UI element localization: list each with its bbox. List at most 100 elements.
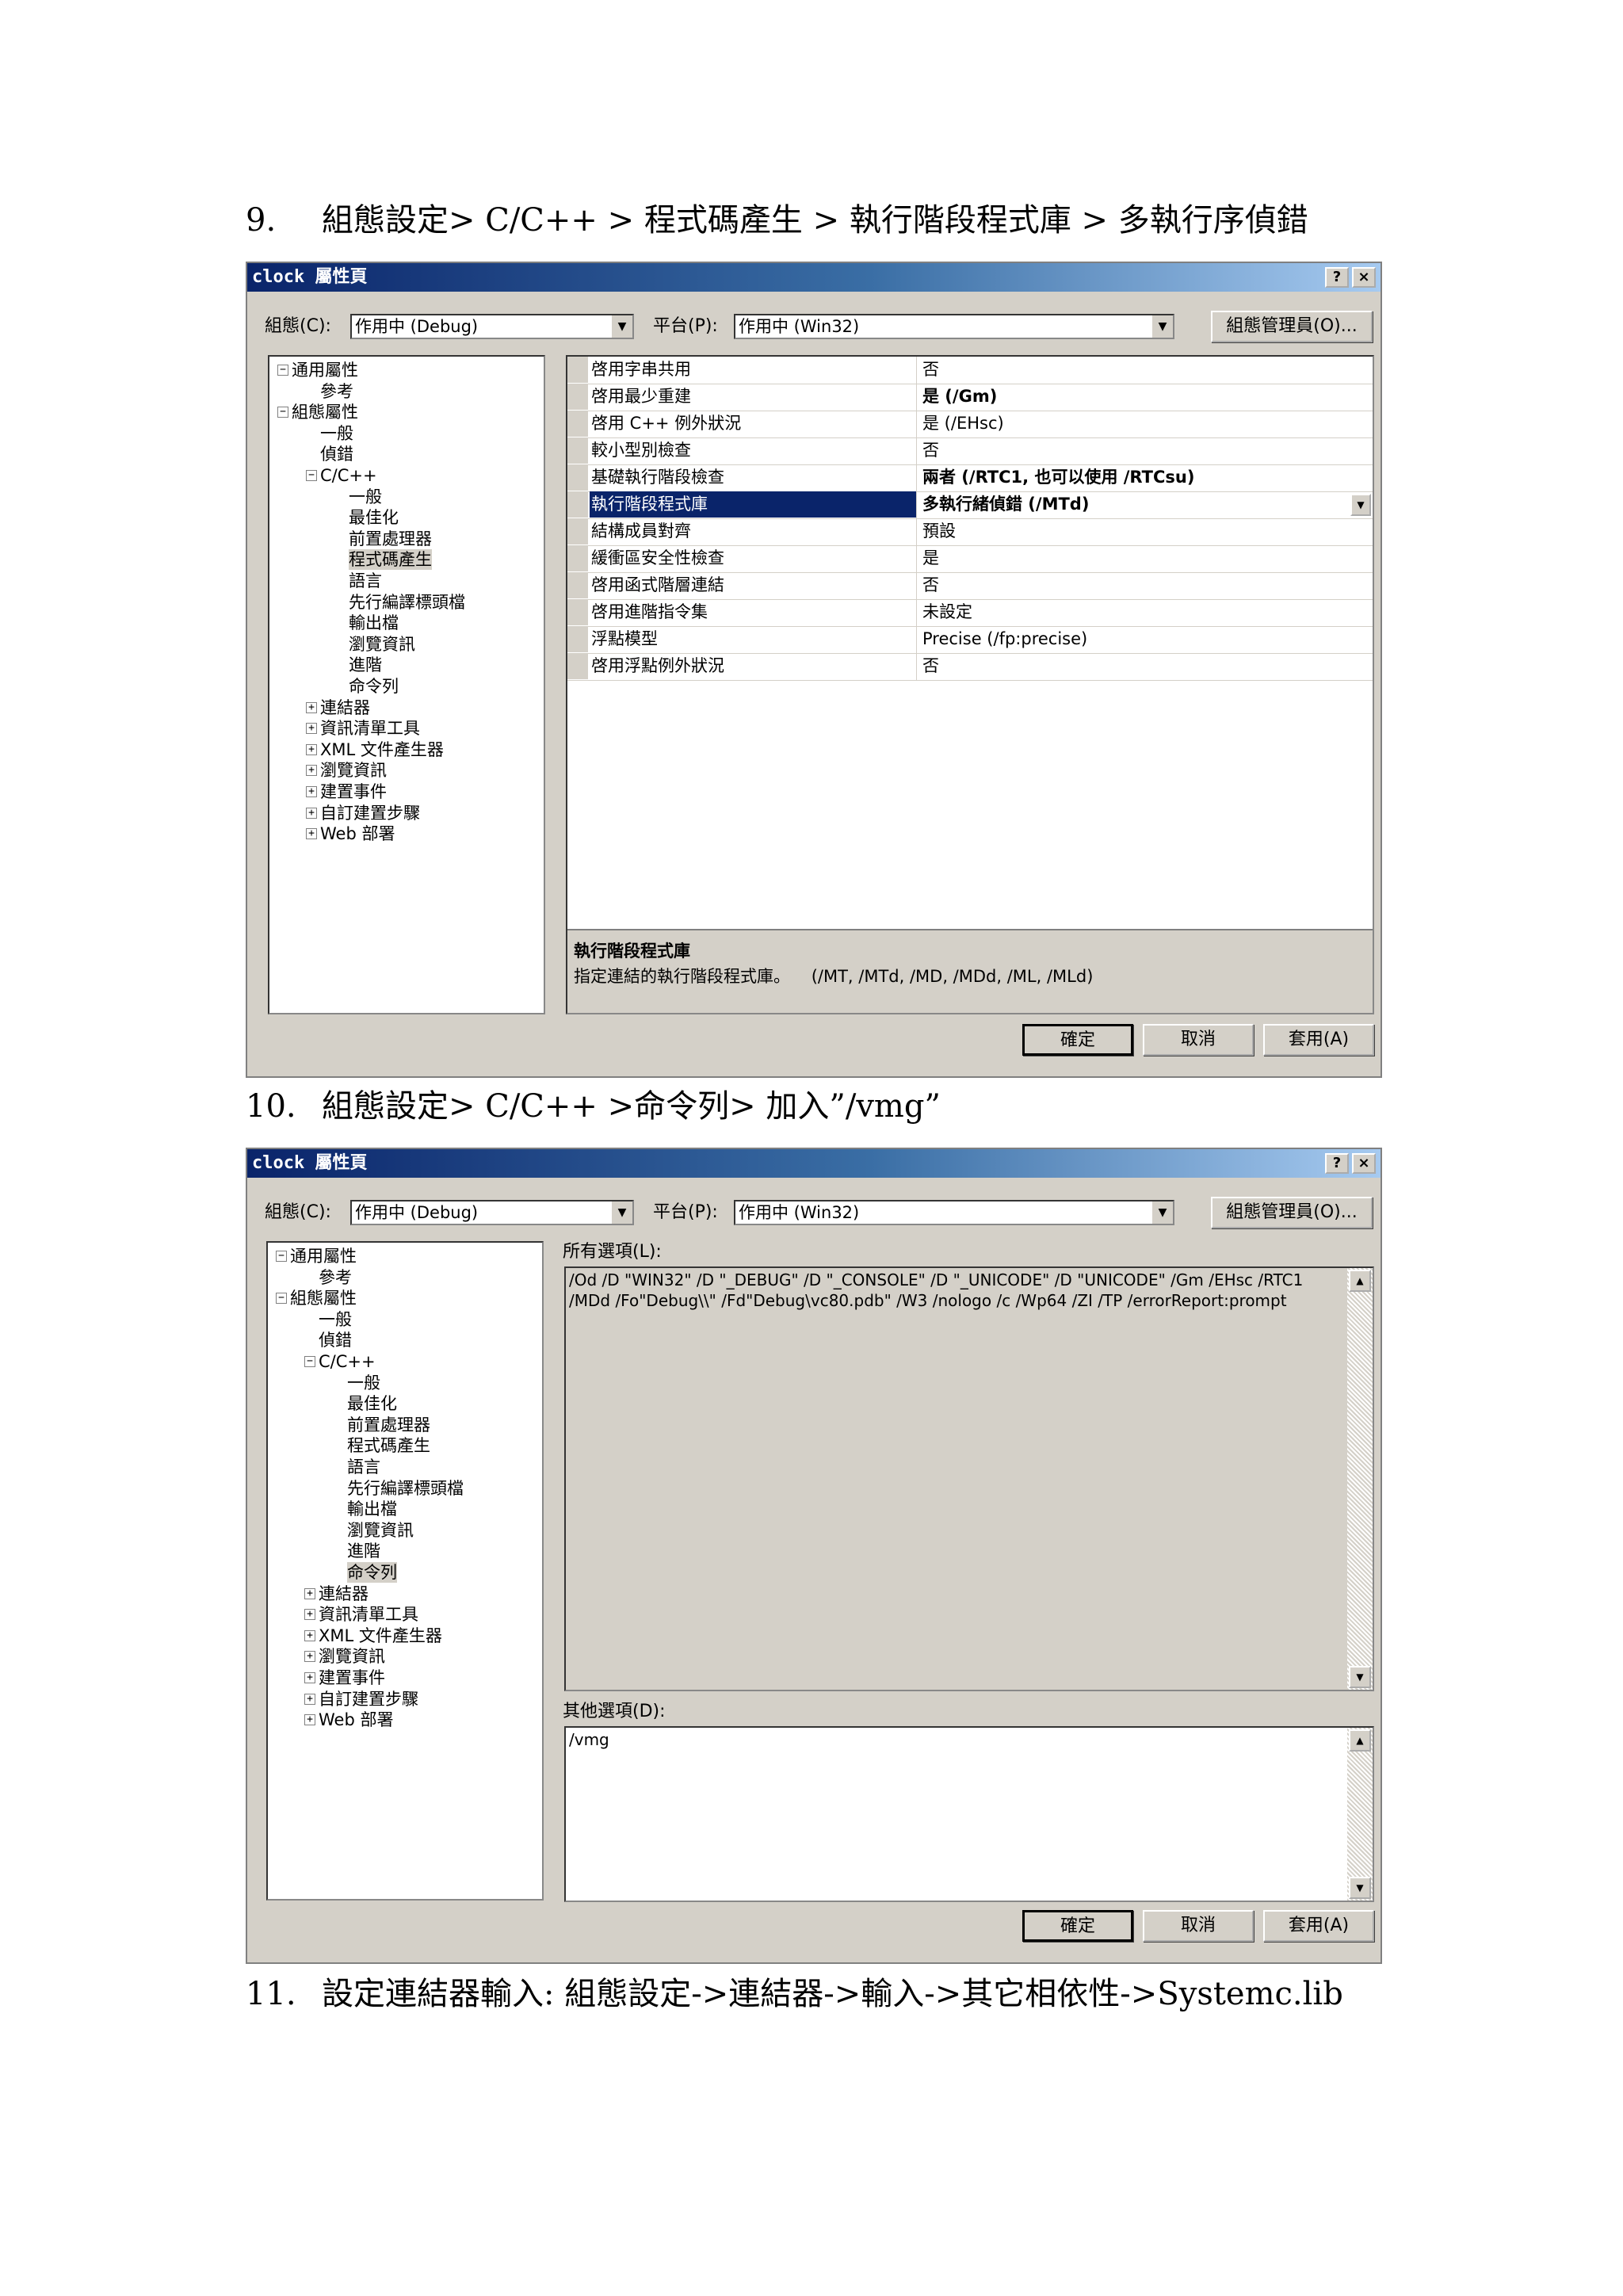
tree-node[interactable]: 前置處理器	[349, 529, 432, 549]
platform-dropdown[interactable]: 作用中 (Win32) ▼	[734, 1200, 1174, 1225]
scroll-up-icon[interactable]: ▲	[1349, 1729, 1371, 1752]
expand-icon[interactable]: +	[304, 1714, 315, 1726]
tree-node[interactable]: XML 文件產生器	[320, 739, 444, 760]
tree-node[interactable]: 程式碼產生	[349, 549, 432, 571]
property-row[interactable]: 緩衝區安全性檢查 是	[567, 545, 1373, 573]
property-row[interactable]: 浮點模型 Precise (/fp:precise)	[567, 626, 1373, 654]
tree-node[interactable]: 瀏覽資訊	[347, 1520, 414, 1541]
expand-icon[interactable]: +	[304, 1587, 315, 1599]
tree-node[interactable]: 組態屬性	[292, 402, 358, 422]
property-row[interactable]: 基礎執行階段檢查 兩者 (/RTC1, 也可以使用 /RTCsu)	[567, 464, 1373, 492]
tree-node[interactable]: 瀏覽資訊	[319, 1646, 385, 1667]
other-options-textarea[interactable]: /vmg ▲ ▼	[564, 1726, 1374, 1902]
cancel-button[interactable]: 取消	[1143, 1910, 1254, 1942]
vertical-scrollbar[interactable]: ▲ ▼	[1347, 1268, 1373, 1690]
property-row[interactable]: 執行階段程式庫 多執行緒偵錯 (/MTd) ▼	[567, 491, 1373, 519]
property-row[interactable]: 啓用最少重建 是 (/Gm)	[567, 384, 1373, 411]
config-manager-button[interactable]: 組態管理員(O)...	[1211, 311, 1373, 342]
apply-button[interactable]: 套用(A)	[1263, 1024, 1374, 1056]
tree-node[interactable]: 建置事件	[319, 1668, 385, 1688]
tree-node[interactable]: 前置處理器	[347, 1415, 430, 1435]
tree-node[interactable]: C/C++	[319, 1351, 376, 1372]
platform-dropdown[interactable]: 作用中 (Win32) ▼	[734, 314, 1174, 339]
category-tree[interactable]: − 通用屬性 參考 − 組態屬性 一般 偵錯 − C/C++ 一般 最佳化 前置處理器 程式碼產生 語言先…	[266, 1241, 544, 1901]
tree-node[interactable]: 連結器	[319, 1584, 369, 1604]
expand-icon[interactable]: +	[306, 786, 317, 797]
property-row[interactable]: 啓用進階指令集 未設定	[567, 599, 1373, 627]
property-row[interactable]: 啓用 C++ 例外狀況 是 (/EHsc)	[567, 411, 1373, 438]
expand-icon[interactable]: +	[306, 828, 317, 840]
property-row[interactable]: 啓用函式階層連結 否	[567, 572, 1373, 600]
tree-node[interactable]: 自訂建置步驟	[320, 803, 420, 823]
tree-node[interactable]: 一般	[319, 1309, 352, 1330]
tree-node[interactable]: 連結器	[320, 697, 370, 718]
tree-node[interactable]: 最佳化	[349, 507, 399, 528]
collapse-icon[interactable]: −	[277, 365, 288, 376]
property-row[interactable]: 結構成員對齊 預設	[567, 518, 1373, 546]
scroll-down-icon[interactable]: ▼	[1349, 1877, 1371, 1899]
tree-node[interactable]: 瀏覽資訊	[349, 634, 415, 655]
tree-node[interactable]: 語言	[347, 1457, 380, 1477]
tree-node[interactable]: 語言	[349, 571, 382, 591]
expand-icon[interactable]: +	[304, 1629, 315, 1641]
vertical-scrollbar[interactable]: ▲ ▼	[1347, 1728, 1373, 1901]
config-manager-button[interactable]: 組態管理員(O)...	[1211, 1197, 1373, 1228]
property-row[interactable]: 啓用浮點例外狀況 否	[567, 653, 1373, 681]
config-dropdown[interactable]: 作用中 (Debug) ▼	[350, 314, 634, 339]
expand-icon[interactable]: +	[304, 1651, 315, 1663]
tree-node[interactable]: 通用屬性	[290, 1246, 357, 1266]
help-button[interactable]: ?	[1325, 267, 1349, 288]
expand-icon[interactable]: +	[304, 1609, 315, 1621]
tree-node[interactable]: 自訂建置步驟	[319, 1689, 418, 1710]
cancel-button[interactable]: 取消	[1143, 1024, 1254, 1056]
tree-node[interactable]: 一般	[349, 487, 382, 507]
property-grid[interactable]: 啓用字串共用否啓用最少重建是 (/Gm) 啓用 C++ 例外狀況是 (/EHsc)…	[566, 355, 1374, 1014]
tree-node[interactable]: C/C++	[320, 465, 377, 486]
tree-node[interactable]: 命令列	[349, 676, 399, 697]
tree-node[interactable]: Web 部署	[320, 823, 395, 844]
collapse-icon[interactable]: −	[276, 1293, 287, 1305]
tree-node[interactable]: XML 文件產生器	[319, 1626, 442, 1646]
tree-node[interactable]: 進階	[349, 655, 382, 675]
property-row[interactable]: 啓用字串共用 否	[567, 357, 1373, 384]
close-button[interactable]: ×	[1352, 1153, 1376, 1174]
apply-button[interactable]: 套用(A)	[1263, 1910, 1374, 1942]
tree-node[interactable]: 一般	[347, 1373, 380, 1393]
category-tree[interactable]: − 通用屬性 參考 − 組態屬性 一般 偵錯 − C/C++ 一般 最佳化 前置處理器 程式碼產生 語言先…	[268, 355, 545, 1014]
expand-icon[interactable]: +	[306, 701, 317, 713]
tree-node[interactable]: 進階	[347, 1541, 380, 1561]
tree-node[interactable]: 資訊清單工具	[319, 1604, 418, 1625]
collapse-icon[interactable]: −	[276, 1251, 287, 1262]
expand-icon[interactable]: +	[306, 807, 317, 819]
close-button[interactable]: ×	[1352, 267, 1376, 288]
tree-node[interactable]: 先行編譯標頭檔	[347, 1478, 464, 1499]
tree-node[interactable]: 輸出檔	[347, 1499, 397, 1519]
collapse-icon[interactable]: −	[277, 407, 288, 418]
collapse-icon[interactable]: −	[304, 1356, 315, 1367]
tree-node[interactable]: Web 部署	[319, 1710, 393, 1730]
expand-icon[interactable]: +	[304, 1693, 315, 1705]
tree-node[interactable]: 資訊清單工具	[320, 718, 420, 739]
config-dropdown[interactable]: 作用中 (Debug) ▼	[350, 1200, 634, 1225]
expand-icon[interactable]: +	[306, 723, 317, 735]
tree-node[interactable]: 程式碼產生	[347, 1435, 430, 1456]
ok-button[interactable]: 確定	[1022, 1024, 1133, 1056]
tree-node[interactable]: 命令列	[347, 1562, 397, 1583]
tree-node[interactable]: 通用屬性	[292, 360, 358, 380]
tree-node[interactable]: 偵錯	[319, 1330, 352, 1350]
tree-node[interactable]: 組態屬性	[290, 1288, 357, 1308]
help-button[interactable]: ?	[1325, 1153, 1349, 1174]
scroll-down-icon[interactable]: ▼	[1349, 1666, 1371, 1688]
all-options-textarea[interactable]: /Od /D "WIN32" /D "_DEBUG" /D "_CONSOLE"…	[564, 1266, 1374, 1691]
tree-node[interactable]: 輸出檔	[349, 613, 399, 633]
chevron-down-icon[interactable]: ▼	[1350, 494, 1371, 516]
collapse-icon[interactable]: −	[306, 470, 317, 481]
tree-node[interactable]: 一般	[320, 423, 353, 444]
tree-node[interactable]: 建置事件	[320, 781, 387, 802]
tree-node[interactable]: 最佳化	[347, 1393, 397, 1414]
tree-node[interactable]: 參考	[319, 1267, 352, 1288]
expand-icon[interactable]: +	[304, 1672, 315, 1683]
ok-button[interactable]: 確定	[1022, 1910, 1133, 1942]
tree-node[interactable]: 參考	[320, 381, 353, 402]
property-row[interactable]: 較小型別檢查 否	[567, 437, 1373, 465]
